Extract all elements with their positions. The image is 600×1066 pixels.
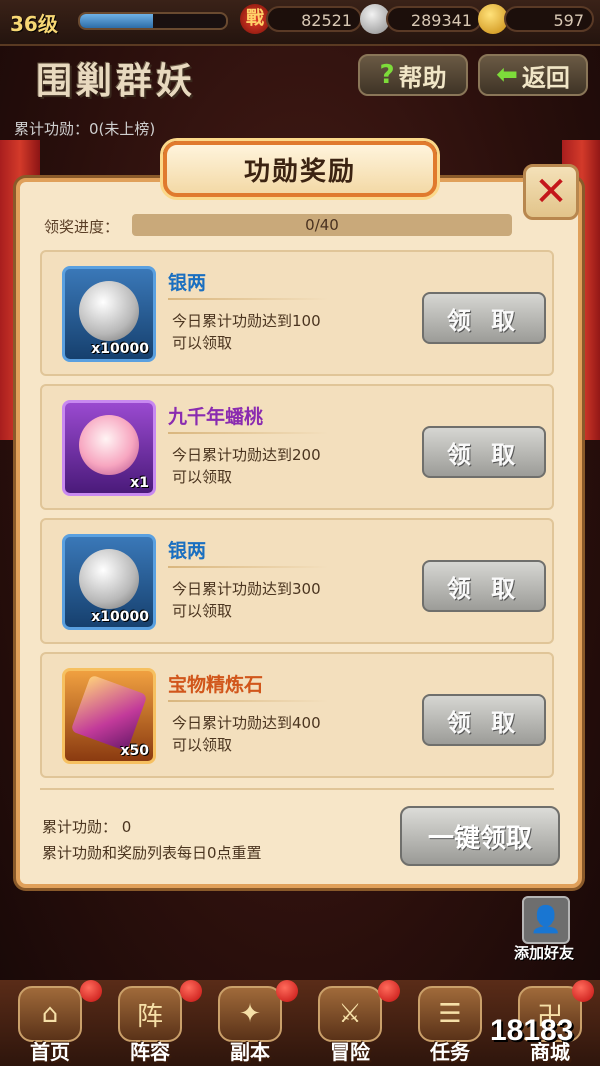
background-merit-text: 累计功勋：0(未上榜) (14, 120, 156, 138)
notification-dot (378, 980, 400, 1002)
reward-divider (168, 432, 328, 434)
reward-thumbnail: x1 (62, 400, 156, 496)
back-button[interactable]: ⬅ 返回 (478, 54, 588, 96)
xp-bar (78, 12, 228, 30)
reward-divider (168, 700, 328, 702)
progress-bar: 0/40 (132, 214, 512, 236)
back-label: 返回 (521, 63, 570, 92)
claim-button[interactable]: 领 取 (422, 694, 546, 746)
reward-name: 宝物精炼石 (168, 674, 264, 696)
reward-quantity: x10000 (91, 341, 149, 357)
xp-bar-fill (80, 14, 153, 28)
claim-button[interactable]: 领 取 (422, 426, 546, 478)
reward-name: 银两 (168, 540, 207, 562)
reward-description: 今日累计功勋达到400 可以领取 (172, 714, 321, 754)
reward-quantity: x10000 (91, 609, 149, 625)
reward-row: x10000 银两 今日累计功勋达到300 可以领取 领 取 (40, 518, 554, 644)
reward-list[interactable]: x10000 银两 今日累计功勋达到100 可以领取 领 取 x1 九千年蟠桃 今… (40, 250, 556, 780)
silver-value: 289341 (386, 6, 482, 32)
claim-all-button[interactable]: 一键领取 (400, 806, 560, 866)
close-icon: ✕ (534, 169, 568, 215)
nav-label: 冒险 (330, 1040, 370, 1064)
reward-quantity: x1 (130, 475, 149, 491)
reward-description: 今日累计功勋达到100 可以领取 (172, 312, 321, 352)
nav-task[interactable]: ☰ 任务 (400, 984, 500, 1064)
add-friend-label: 添加好友 (514, 944, 575, 962)
claim-button[interactable]: 领 取 (422, 560, 546, 612)
reward-divider (168, 298, 328, 300)
dialog-title-banner: 功勋奖励 (163, 141, 437, 197)
add-friend-button[interactable]: 👤 添加好友 (514, 896, 590, 966)
lineup-icon: 阵 (118, 986, 182, 1042)
reward-row: x50 宝物精炼石 今日累计功勋达到400 可以领取 领 取 (40, 652, 554, 778)
claim-button[interactable]: 领 取 (422, 292, 546, 344)
notification-dot (80, 980, 102, 1002)
notification-dot (180, 980, 202, 1002)
reset-note: 累计功勋和奖励列表每日0点重置 (42, 844, 262, 862)
add-user-icon: 👤 (522, 896, 570, 944)
page-title: 围剿群妖 (36, 61, 197, 102)
progress-label: 领奖进度： (44, 218, 120, 236)
reward-description: 今日累计功勋达到300 可以领取 (172, 580, 321, 620)
reward-description: 今日累计功勋达到200 可以领取 (172, 446, 321, 486)
nav-label: 任务 (430, 1040, 470, 1064)
home-icon: ⌂ (18, 986, 82, 1042)
reward-name: 九千年蟠桃 (168, 406, 264, 428)
gold-value: 597 (504, 6, 594, 32)
nav-label: 副本 (230, 1040, 270, 1064)
close-button[interactable]: ✕ (523, 164, 579, 220)
nav-label: 首页 (30, 1040, 70, 1064)
reward-thumbnail: x50 (62, 668, 156, 764)
back-arrow-icon: ⬅ (496, 60, 518, 90)
dungeon-icon: ✦ (218, 986, 282, 1042)
task-icon: ☰ (418, 986, 482, 1042)
footer-divider (40, 788, 554, 790)
total-merit-label: 累计功勋： 0 (42, 818, 132, 836)
player-level: 36级 (10, 12, 58, 36)
nav-label: 阵容 (130, 1040, 170, 1064)
notification-dot (572, 980, 594, 1002)
question-icon: ? (379, 60, 395, 90)
reward-divider (168, 566, 328, 568)
reward-row: x1 九千年蟠桃 今日累计功勋达到200 可以领取 领 取 (40, 384, 554, 510)
help-label: 帮助 (398, 63, 447, 92)
notification-dot (276, 980, 298, 1002)
dialog-title: 功勋奖励 (243, 156, 356, 187)
adventure-icon: ⚔ (318, 986, 382, 1042)
reward-name: 银两 (168, 272, 207, 294)
progress-text: 0/40 (305, 216, 339, 234)
status-bar: 36级 戰 82521 289341 597 (0, 0, 600, 46)
reward-thumbnail: x10000 (62, 266, 156, 362)
help-button[interactable]: ? 帮助 (358, 54, 468, 96)
site-watermark: 18183 (490, 1014, 574, 1047)
reward-thumbnail: x10000 (62, 534, 156, 630)
battle-power-value: 82521 (266, 6, 362, 32)
reward-quantity: x50 (120, 743, 149, 759)
reward-row: x10000 银两 今日累计功勋达到100 可以领取 领 取 (40, 250, 554, 376)
